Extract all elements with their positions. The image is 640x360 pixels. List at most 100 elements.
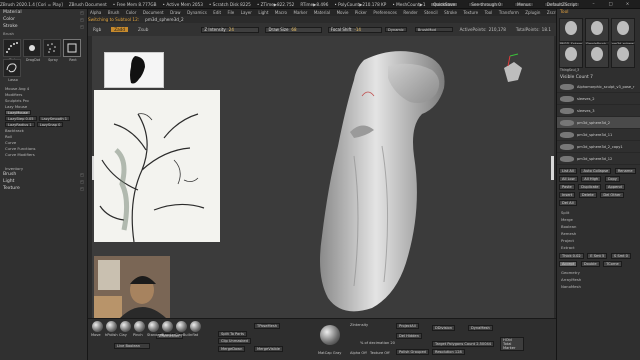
menu-item-stencil[interactable]: Stencil [424,10,438,15]
del-all-button[interactable]: Del All [559,200,577,206]
merge-section[interactable]: Merge [557,216,640,223]
remesh-section[interactable]: Remesh [557,230,640,237]
menu-item-light[interactable]: Light [258,10,268,15]
accept-button[interactable]: Accept [559,261,578,267]
brush-standard-icon[interactable] [148,321,159,332]
subtool-row[interactable]: sleeves_3 [557,105,640,117]
del-other-button[interactable]: Del Other [600,192,624,198]
brush-standar-icon[interactable] [162,321,173,332]
brush-palette[interactable]: Brush ◰ [0,171,87,178]
texture-off-label[interactable]: Texture Off [370,351,390,355]
menu-item-material[interactable]: Material [314,10,330,15]
alpha-off-label[interactable]: Alpha Off [350,351,367,355]
subtool-row[interactable]: Alphomorphic_sculpt_v3_pose_r [557,81,640,93]
light-palette[interactable]: Light ◰ [0,178,87,185]
menu-item-render[interactable]: Render [403,10,417,15]
menu-item-edit[interactable]: Edit [213,10,221,15]
tool-thumbnail[interactable]: pm3d_sphere [611,18,635,46]
subtool-row[interactable]: pm3d_sphere3d_12 [557,153,640,165]
menu-item-file[interactable]: File [228,10,235,15]
pin-icon[interactable]: ◰ [80,179,84,184]
nanomesh-section[interactable]: NanoMesh [557,283,640,290]
pin-icon[interactable]: ◰ [80,172,84,177]
dynamic-button[interactable]: Dynamic [385,27,407,32]
insert-button[interactable]: Insert [559,192,576,198]
quicksave-button[interactable]: QuickSave [430,1,459,7]
split-to-parts-button[interactable]: Split To Parts [218,331,248,337]
s-smt-slider[interactable]: S Smt 0 [610,253,631,259]
texture-palette[interactable]: Texture ◰ [0,185,87,192]
list-all-button[interactable]: List All [559,168,577,174]
append-button[interactable]: Append [605,184,625,190]
tool-thumbnail[interactable] [611,44,635,68]
brush-claybui-icon[interactable] [176,321,187,332]
menus-button[interactable]: Menus [513,1,534,7]
menu-item-movie[interactable]: Movie [337,10,349,15]
menu-item-stroke[interactable]: Stroke [444,10,457,15]
rect-stroke-icon[interactable]: Rect [63,39,81,62]
all-high-button[interactable]: All High [581,176,602,182]
tool-thumbnail[interactable]: ThingScul_3 [559,44,583,72]
subtool-row[interactable]: pm3d_sphere3d_11 [557,129,640,141]
menu-item-zplugin[interactable]: Zplugin [525,10,540,15]
clip-unmasked-button[interactable]: Clip Unmasked [218,338,251,344]
maximize-icon[interactable]: □ [607,1,614,7]
lazymouse-toggle[interactable]: LazyMouse [5,109,31,115]
navigation-cube[interactable] [504,53,522,82]
menu-item-marker[interactable]: Marker [294,10,308,15]
focalshift-slider[interactable]: Focal Shift -14 [327,26,383,33]
menu-item-brush[interactable]: Brush [108,10,120,15]
arraymesh-section[interactable]: ArrayMesh [557,276,640,283]
menu-item-macro[interactable]: Macro [275,10,287,15]
brush-inflat-icon[interactable] [190,321,201,332]
menu-item-transform[interactable]: Transform [499,10,519,15]
tool-palette-header[interactable]: Tool [557,9,640,16]
menu-item-texture[interactable]: Texture [463,10,478,15]
geometry-section[interactable]: Geometry [557,269,640,276]
hold-total-marker-button[interactable]: HOld Total Marker [500,337,524,351]
tcorne-toggle[interactable]: TCorne [603,261,622,267]
brush-subsection[interactable]: Brush [0,30,87,37]
brush-clay-icon[interactable] [120,321,131,332]
matcap-material-icon[interactable] [320,325,340,345]
project-section[interactable]: Project [557,237,640,244]
drawsize-slider[interactable]: Draw Size 68 [265,26,322,33]
subtool-row[interactable]: pm3d_sphere3d_2_copy1 [557,141,640,153]
minimize-icon[interactable]: – [590,1,597,7]
trymesh-button[interactable]: TPoseMesh [254,323,280,329]
duplicate-button[interactable]: Duplicate [578,184,602,190]
lazysnap-slider[interactable]: LazySnap 0 [36,121,64,127]
menu-item-draw[interactable]: Draw [170,10,180,15]
color-palette[interactable]: Color ◰ [0,16,87,23]
lasso-stroke-icon[interactable]: Lasso [3,59,21,82]
spray-stroke-icon[interactable]: Spray [43,39,61,62]
e-smt-slider[interactable]: E Smt 5 [587,253,608,259]
menu-item-alpha[interactable]: Alpha [90,10,101,15]
menu-item-layer[interactable]: Layer [241,10,252,15]
ddivision-button[interactable]: DDivision [432,325,456,331]
project-all-button[interactable]: ProjectAll [396,323,419,329]
copy-button[interactable]: Copy [604,176,620,182]
dots-stroke-icon[interactable]: Dots [3,39,21,62]
rename-button[interactable]: Rename [614,168,636,174]
menu-item-picker[interactable]: Picker [355,10,367,15]
zsub-toggle[interactable]: Zsub [138,27,148,32]
pin-icon[interactable]: ◰ [80,186,84,191]
resolution-slider[interactable]: Resolution 128 [432,349,465,355]
zadd-toggle[interactable]: Zadd [111,27,128,32]
tool-thumbnail[interactable] [585,44,609,68]
zintensity-slider[interactable]: Z Intensity 24 [201,26,260,33]
brush-hpolish-icon[interactable] [106,321,117,332]
menu-item-tool[interactable]: Tool [485,10,493,15]
material-palette[interactable]: Material ◰ [0,9,87,16]
merge-visible-button[interactable]: MergeVisible [254,346,283,352]
stroke-palette[interactable]: Stroke ◰ [0,23,87,30]
menu-item-dynamics[interactable]: Dynamics [187,10,207,15]
pin-icon[interactable]: ◰ [80,17,84,22]
extract-section[interactable]: Extract [557,244,640,251]
menu-item-color[interactable]: Color [126,10,136,15]
tool-thumbnail[interactable]: PM3D_Sphere [559,18,583,46]
seethrough-slider[interactable]: See-through 0 [468,1,504,7]
polish-grouped-button[interactable]: Polish Grouped [396,349,429,355]
brush-move-icon[interactable] [92,321,103,332]
